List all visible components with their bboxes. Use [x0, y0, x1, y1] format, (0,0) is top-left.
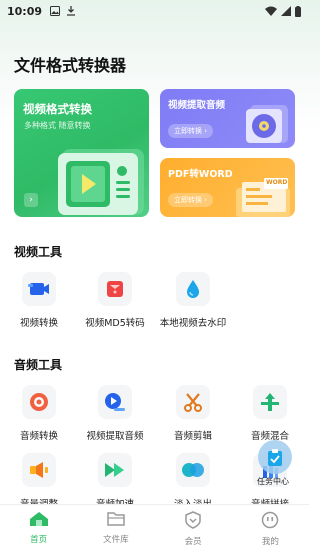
fade-icon — [182, 463, 204, 477]
tool-volume-adjust[interactable]: 音量调整 — [4, 453, 74, 510]
battery-icon — [295, 5, 301, 17]
video-tools-title: 视频工具 — [14, 245, 63, 259]
disc-player-icon — [246, 105, 288, 143]
smiley-icon — [262, 511, 279, 529]
tool-audio-mix[interactable]: 音频混合 — [235, 385, 305, 442]
video-card-arrow[interactable]: › — [24, 193, 38, 207]
pdf-card-title: PDF转WORD — [168, 169, 233, 180]
tool-video-convert[interactable]: 视频转换 — [4, 272, 74, 329]
download-icon — [67, 6, 76, 16]
tool-label: 视频提取音频 — [86, 431, 144, 442]
nav-label: 会员 — [184, 537, 202, 547]
tool-label: 音频剪辑 — [173, 431, 212, 442]
audio-card-title: 视频提取音频 — [168, 100, 226, 111]
nav-membership[interactable]: 会员 — [155, 505, 232, 550]
extract-audio-card[interactable]: 视频提取音频 立即转换 › — [160, 89, 295, 148]
tool-remove-watermark[interactable]: 本地视频去水印 — [158, 272, 228, 329]
status-time: 10:09 — [7, 4, 43, 18]
audio-card-convert-button[interactable]: 立即转换 › — [168, 124, 214, 138]
pdf-card-convert-button[interactable]: 立即转换 › — [168, 193, 214, 207]
word-tag: WORD — [266, 179, 288, 186]
video-card-subtitle: 多种格式 随意转换 — [24, 121, 91, 130]
record-icon — [30, 393, 48, 411]
tool-extract-audio[interactable]: 视频提取音频 — [80, 385, 150, 442]
shield-icon — [185, 511, 201, 529]
nav-label: 文件库 — [103, 535, 129, 545]
signal-icon — [281, 6, 291, 16]
volume-icon — [30, 462, 48, 478]
nav-file-library[interactable]: 文件库 — [77, 505, 154, 550]
image-icon — [50, 6, 61, 16]
tool-label: 视频转换 — [19, 318, 58, 329]
tool-label: 本地视频去水印 — [159, 318, 227, 329]
nav-label: 首页 — [30, 535, 48, 545]
nav-label: 我的 — [261, 537, 279, 547]
fast-forward-icon — [105, 463, 124, 477]
tool-video-md5[interactable]: 视频MD5转码 — [80, 272, 150, 329]
nav-profile[interactable]: 我的 — [232, 505, 309, 550]
video-card-title: 视频格式转换 — [23, 102, 92, 116]
audio-tools-title: 音频工具 — [14, 358, 63, 372]
tool-label: 音频转换 — [19, 431, 58, 442]
video-format-card[interactable]: 视频格式转换 多种格式 随意转换 › — [14, 89, 149, 217]
merge-icon — [261, 393, 279, 411]
page-title: 文件格式转换器 — [14, 56, 127, 75]
wifi-icon — [265, 6, 277, 16]
home-icon — [29, 512, 48, 526]
scissors-icon — [184, 393, 202, 412]
tool-audio-cut[interactable]: 音频剪辑 — [158, 385, 228, 442]
task-center-button[interactable]: 任务中心 — [256, 440, 294, 487]
task-center-label: 任务中心 — [257, 477, 289, 486]
camera-icon — [28, 283, 49, 295]
tv-illustration-icon — [58, 149, 144, 215]
clipboard-icon — [268, 449, 282, 466]
folder-icon — [107, 512, 125, 526]
tool-audio-speed[interactable]: 音频加速 — [80, 453, 150, 510]
droplet-icon — [187, 280, 199, 298]
bottom-nav: 首页 文件库 会员 我的 — [0, 504, 309, 550]
tool-label: 视频MD5转码 — [85, 318, 145, 329]
tool-audio-convert[interactable]: 音频转换 — [4, 385, 74, 442]
md5-icon — [107, 281, 123, 297]
pdf-to-word-card[interactable]: PDF转WORD 立即转换 › WORD — [160, 158, 295, 217]
tool-fade-in-out[interactable]: 淡入淡出 — [158, 453, 228, 510]
extract-icon — [105, 393, 125, 411]
status-bar: 10:09 — [0, 0, 309, 22]
nav-home[interactable]: 首页 — [0, 505, 77, 550]
